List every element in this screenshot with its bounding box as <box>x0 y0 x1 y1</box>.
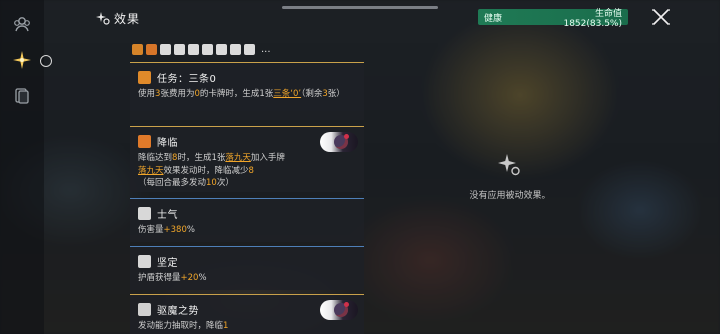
desc-fragment: +380 <box>163 225 187 235</box>
effect-card-task[interactable]: 任务：三条0 使用3张费用为0的卡牌时，生成1张三条‘0’（剩余3张） <box>130 62 364 120</box>
steadfast-icon <box>138 254 151 268</box>
desc-fragment: （每回合最多发动 <box>138 178 207 188</box>
desc-fragment: 8 <box>248 165 254 176</box>
close-icon <box>652 9 670 25</box>
rail-cards-button[interactable] <box>8 82 36 110</box>
empty-sparkle-icon <box>498 154 520 176</box>
health-state-label: 健康 <box>484 13 503 24</box>
effect-description: 护盾获得量+20% <box>138 272 356 285</box>
sparkle-icon <box>13 51 31 69</box>
morale-icon[interactable] <box>160 43 171 55</box>
effect-card-descend[interactable]: 降临 降临达到8时，生成1张落九天加入手牌 落九天效果发动时，降临减少8 （每回合最… <box>130 126 364 192</box>
close-button[interactable] <box>650 8 672 26</box>
desc-fragment: 发动能力抽取时，降临 <box>138 321 224 331</box>
desc-fragment: 张费用为 <box>160 89 195 99</box>
card-deck-icon <box>15 88 29 104</box>
morale-icon <box>138 206 151 220</box>
drag-handle[interactable] <box>282 6 438 9</box>
effects-list[interactable]: 任务：三条0 使用3张费用为0的卡牌时，生成1张三条‘0’（剩余3张） 降临 降… <box>130 62 364 334</box>
effect-description: 伤害量+380% <box>138 224 356 237</box>
desc-fragment: 的卡牌时，生成1张 <box>199 89 274 99</box>
desc-fragment: % <box>186 225 195 235</box>
effect-title: 坚定 <box>157 257 178 269</box>
effect-description: 发动能力抽取时，降临1 <box>138 320 356 333</box>
effect-title: 驱魔之势 <box>157 305 199 317</box>
page-title: 效果 <box>114 11 141 26</box>
shield-icon[interactable] <box>174 43 185 55</box>
desc-fragment: 时，生成1张 <box>177 153 226 163</box>
desc-fragment[interactable]: 落九天 <box>225 153 251 163</box>
effect-card-exorcise[interactable]: 驱魔之势 发动能力抽取时，降临1 <box>130 294 364 334</box>
desc-fragment: 10 <box>206 178 217 188</box>
exorcise-card-icon <box>138 302 151 316</box>
character-avatar <box>320 300 358 320</box>
effect-title: 降临 <box>157 137 178 149</box>
left-rail <box>0 0 52 334</box>
hp-value: 生命值 1852(83.5%) <box>563 8 622 29</box>
desc-fragment: % <box>198 273 207 283</box>
desc-fragment: 1 <box>223 321 229 331</box>
descend-icon <box>138 134 151 148</box>
panel-header: 效果 <box>96 8 140 28</box>
desc-fragment: 护盾获得量 <box>138 273 181 283</box>
health-status-bar: 健康 生命值 1852(83.5%) <box>478 9 628 29</box>
active-effects-icon-row: ... <box>132 42 271 56</box>
effect-title: 士气 <box>157 209 178 221</box>
desc-fragment: 伤害量 <box>138 225 164 235</box>
exorcise-icon[interactable] <box>188 43 199 55</box>
rail-effects-button[interactable] <box>8 46 52 74</box>
effect-description: 使用3张费用为0的卡牌时，生成1张三条‘0’（剩余3张） <box>138 88 356 101</box>
desc-fragment: 张） <box>327 89 345 99</box>
rail-characters-button[interactable] <box>8 10 36 38</box>
character-avatar <box>320 132 358 152</box>
desc-fragment: 加入手牌 <box>250 153 285 163</box>
effect-description: 降临达到8时，生成1张落九天加入手牌 落九天效果发动时，降临减少8 （每回合最多发动… <box>138 152 356 190</box>
characters-icon <box>14 17 30 32</box>
desc-fragment: 效果发动时，降临减少 <box>163 165 249 176</box>
passive-effects-empty-state: 没有应用被动效果。 <box>440 152 580 201</box>
burst-icon-3[interactable] <box>230 43 241 55</box>
effect-card-steadfast[interactable]: 坚定 护盾获得量+20% <box>130 246 364 290</box>
desc-fragment: （剩余 <box>301 89 323 99</box>
desc-fragment: 降临达到 <box>138 153 173 163</box>
burst-icon-2[interactable] <box>216 43 227 55</box>
more-effects-ellipsis[interactable]: ... <box>261 44 271 55</box>
effect-card-morale[interactable]: 士气 伤害量+380% <box>130 198 364 242</box>
desc-fragment[interactable]: 三条‘0’ <box>273 89 301 99</box>
effects-sparkle-icon <box>96 12 110 25</box>
orange-card-icon[interactable] <box>132 43 143 55</box>
desc-fragment[interactable]: 落九天 <box>138 166 164 176</box>
effect-title: 任务：三条0 <box>157 73 217 85</box>
burst-icon-4[interactable] <box>244 43 255 55</box>
orange-flame-icon[interactable] <box>146 43 157 55</box>
desc-fragment: 次） <box>216 178 234 188</box>
desc-fragment: +20 <box>180 273 199 283</box>
task-card-icon <box>138 70 151 84</box>
desc-fragment: 使用 <box>138 89 156 99</box>
empty-state-text: 没有应用被动效果。 <box>469 191 551 201</box>
burst-icon[interactable] <box>202 43 213 55</box>
